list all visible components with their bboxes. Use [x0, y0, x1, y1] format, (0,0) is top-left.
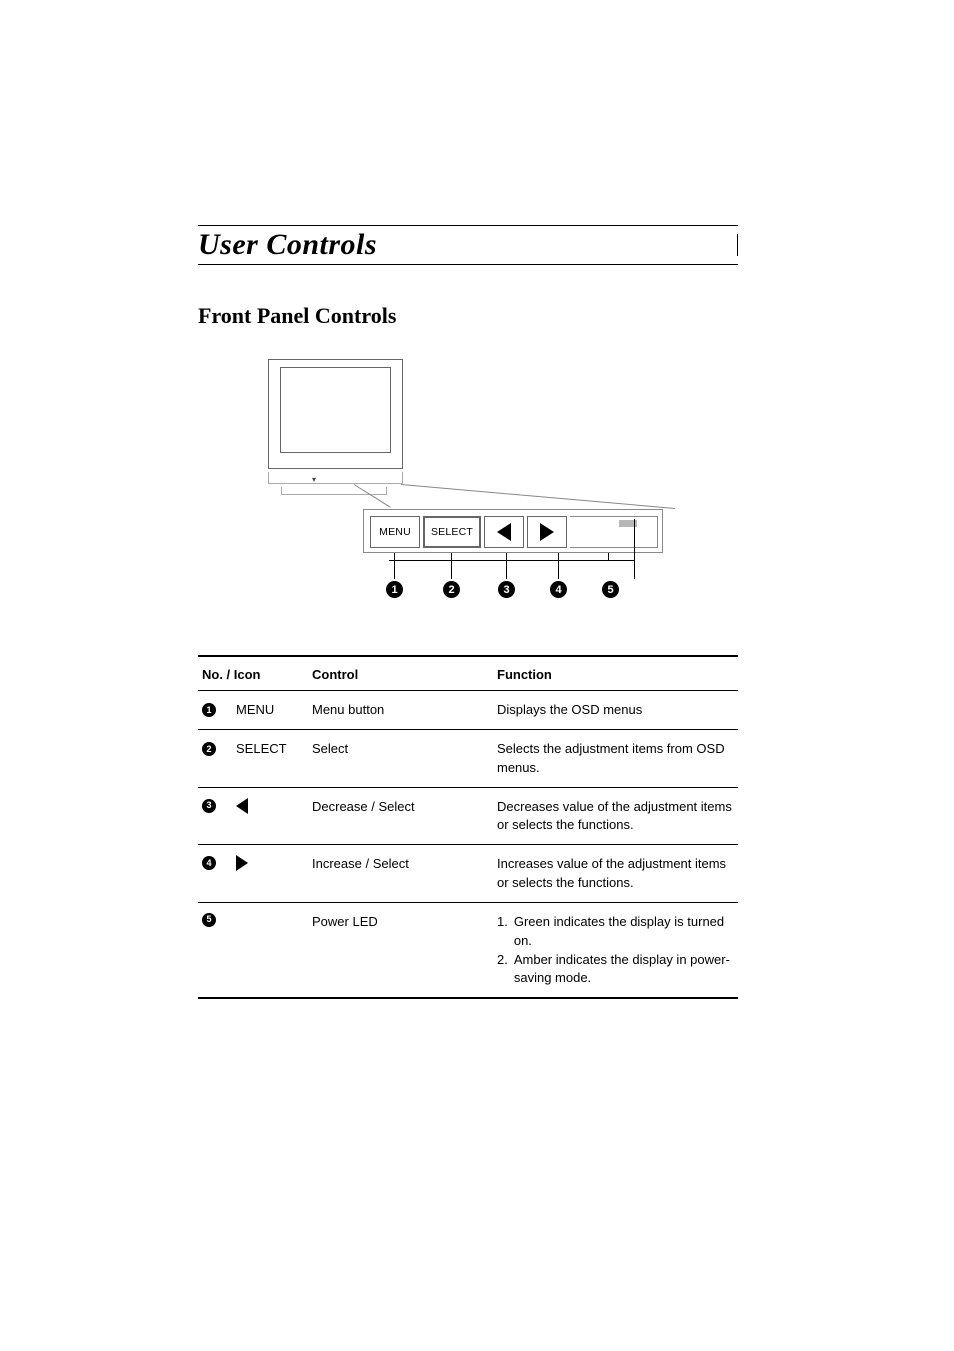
callout-badge-4: 4 [550, 581, 567, 598]
controls-table: No. / Icon Control Function 1 MENU Menu … [198, 655, 738, 999]
select-button: SELECT [423, 516, 481, 548]
no-cell: 2 SELECT [202, 740, 304, 759]
table-row: 2 SELECT Select Selects the adjustment i… [198, 729, 738, 787]
table-row: 4 Increase / Select Increases value of t… [198, 845, 738, 903]
row-control: Select [308, 729, 493, 787]
row-function: Displays the OSD menus [493, 691, 738, 730]
row-icon-text: SELECT [236, 740, 287, 759]
table-row: 5 Power LED 1. Green indicates the displ… [198, 902, 738, 998]
row-function: Decreases value of the adjustment items … [493, 787, 738, 845]
arrow-right-icon [540, 523, 554, 541]
callout-badge-3: 3 [498, 581, 515, 598]
panel-zoom-box: MENU SELECT [363, 509, 663, 553]
row-function: 1. Green indicates the display is turned… [493, 902, 738, 998]
title-row: User Controls [198, 228, 738, 265]
no-cell: 1 MENU [202, 701, 304, 720]
no-cell: 3 [202, 798, 304, 814]
menu-button: MENU [370, 516, 420, 548]
list-item: 2. Amber indicates the display in power-… [497, 951, 734, 989]
callout-badge-5: 5 [602, 581, 619, 598]
zoom-line-right [401, 484, 675, 509]
row-badge: 5 [202, 913, 216, 927]
no-cell: 5 [202, 913, 304, 927]
front-panel-diagram: ▾ MENU SELECT [268, 359, 668, 619]
callout-bar [389, 560, 634, 561]
list-text: Amber indicates the display in power-sav… [514, 951, 734, 989]
row-badge: 1 [202, 703, 216, 717]
subtitle: Front Panel Controls [198, 303, 738, 329]
decrease-button [484, 516, 524, 548]
main-title: User Controls [198, 228, 377, 262]
callout-line-1 [394, 553, 395, 579]
list-item: 1. Green indicates the display is turned… [497, 913, 734, 951]
select-button-label: SELECT [431, 526, 473, 538]
increase-button [527, 516, 567, 548]
row-function: Selects the adjustment items from OSD me… [493, 729, 738, 787]
panel-zoom-buttons: MENU SELECT [370, 516, 658, 548]
row-control: Power LED [308, 902, 493, 998]
row-control: Decrease / Select [308, 787, 493, 845]
monitor-screen [280, 367, 391, 453]
list-text: Green indicates the display is turned on… [514, 913, 734, 951]
monitor-panel [268, 472, 403, 484]
row-function: Increases value of the adjustment items … [493, 845, 738, 903]
header-no: No. / Icon [198, 656, 308, 691]
table-header-row: No. / Icon Control Function [198, 656, 738, 691]
callout-line-2 [451, 553, 452, 579]
list-num: 2. [497, 951, 508, 989]
row-icon-text: MENU [236, 701, 274, 720]
row-control: Increase / Select [308, 845, 493, 903]
list-num: 1. [497, 913, 508, 951]
callout-badge-2: 2 [443, 581, 460, 598]
callout-line-5a [608, 553, 609, 560]
title-end-mark [737, 234, 738, 256]
led-area [570, 516, 658, 548]
callout-line-5 [634, 519, 635, 579]
row-badge: 2 [202, 742, 216, 756]
arrow-right-icon [236, 855, 248, 871]
callout-line-4 [558, 553, 559, 579]
header-function: Function [493, 656, 738, 691]
row-badge: 4 [202, 856, 216, 870]
page-content: User Controls Front Panel Controls ▾ MEN… [198, 225, 738, 999]
header-control: Control [308, 656, 493, 691]
arrow-left-icon [236, 798, 248, 814]
function-list: 1. Green indicates the display is turned… [497, 913, 734, 988]
rule-top [198, 225, 738, 226]
row-control: Menu button [308, 691, 493, 730]
monitor-marker-icon: ▾ [312, 475, 316, 484]
no-cell: 4 [202, 855, 304, 871]
callout-badge-1: 1 [386, 581, 403, 598]
callout-line-3 [506, 553, 507, 579]
table-row: 1 MENU Menu button Displays the OSD menu… [198, 691, 738, 730]
table-row: 3 Decrease / Select Decreases value of t… [198, 787, 738, 845]
arrow-left-icon [497, 523, 511, 541]
menu-button-label: MENU [379, 526, 411, 538]
row-badge: 3 [202, 799, 216, 813]
